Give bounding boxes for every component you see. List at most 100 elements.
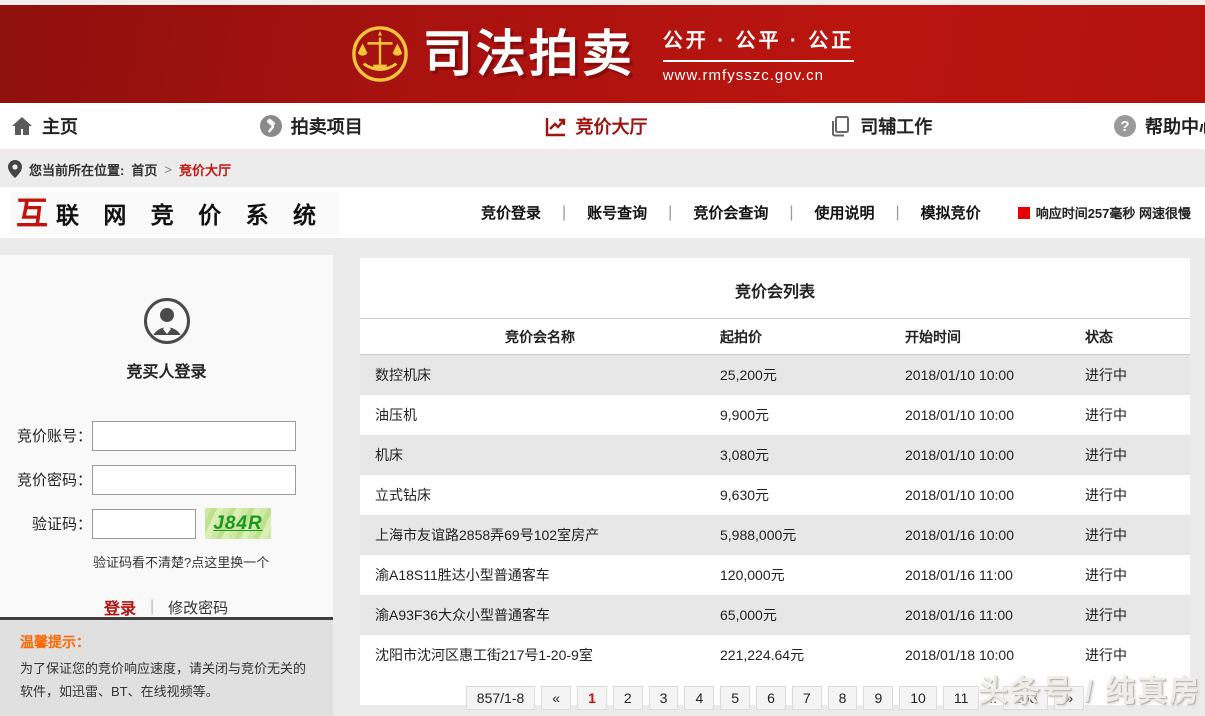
auction-name[interactable]: 沈阳市沈河区惠工街217号1-20-9室 [360,635,720,675]
network-status-text: 响应时间257毫秒 网速很慢 [1036,203,1191,222]
nav-item-home[interactable]: 主页 [10,113,78,139]
breadcrumb-current: 竞价大厅 [179,160,231,179]
svg-text:?: ? [1120,118,1129,135]
auction-list-panel: 竞价会列表 竞价会名称 起拍价 开始时间 状态 数控机床 25,200元 201… [360,258,1190,705]
password-input[interactable] [92,465,296,495]
nav-item-help-center[interactable]: ? 帮助中心 [1113,113,1205,139]
account-label: 竞价账号： [0,425,92,446]
auction-name[interactable]: 渝A93F36大众小型普通客车 [360,595,720,635]
breadcrumb-prefix: 您当前所在位置: [29,160,124,179]
auction-name[interactable]: 油压机 [360,395,720,435]
breadcrumb-home-link[interactable]: 首页 [131,160,157,179]
tip-title: 温馨提示： [20,632,315,652]
table-row[interactable]: 油压机 9,900元 2018/01/10 10:00 进行中 [360,395,1190,435]
auction-name[interactable]: 数控机床 [360,355,720,395]
login-form: 竞价账号： 竞价密码： 验证码： J84R 验证码看不清楚?点这里换一个 登录 … [0,420,333,619]
nav-item-bidding-hall[interactable]: 竞价大厅 [544,113,648,139]
column-header-name: 竞价会名称 [360,319,720,355]
user-avatar-icon [143,297,191,345]
pagination-ellipsis: ... [985,690,997,706]
table-row[interactable]: 数控机床 25,200元 2018/01/10 10:00 进行中 [360,355,1190,395]
auction-table: 竞价会名称 起拍价 开始时间 状态 数控机床 25,200元 2018/01/1… [360,318,1190,675]
system-logo-text: 联 网 竞 价 系 统 [56,196,325,230]
column-header-time: 开始时间 [905,319,1085,355]
auction-status: 进行中 [1085,635,1190,675]
auction-status: 进行中 [1085,475,1190,515]
page-number[interactable]: 6 [756,686,786,710]
network-status: 响应时间257毫秒 网速很慢 [1018,203,1191,222]
auction-price: 3,080元 [720,435,905,475]
pagination: 857/1-8 « 1 2 3 4 5 6 7 8 9 10 11 ... 10… [360,686,1190,710]
auction-price: 120,000元 [720,555,905,595]
page-number[interactable]: 7 [792,686,822,710]
auction-status: 进行中 [1085,555,1190,595]
table-row[interactable]: 渝A18S11胜达小型普通客车 120,000元 2018/01/16 11:0… [360,555,1190,595]
auction-status: 进行中 [1085,515,1190,555]
auction-price: 9,900元 [720,395,905,435]
link-account-query[interactable]: 账号查询 [566,202,668,223]
auction-list-title: 竞价会列表 [360,258,1190,318]
page-number[interactable]: 4 [684,686,714,710]
login-button[interactable]: 登录 [104,595,136,619]
auction-price: 221,224.64元 [720,635,905,675]
captcha-label: 验证码： [0,513,92,534]
auction-time: 2018/01/10 10:00 [905,435,1085,475]
column-header-status: 状态 [1085,319,1190,355]
tip-box: 温馨提示： 为了保证您的竞价响应速度，请关闭与竞价无关的软件，如迅雷、BT、在线… [0,617,333,716]
auction-name[interactable]: 上海市友谊路2858弄69号102室房产 [360,515,720,555]
table-row[interactable]: 沈阳市沈河区惠工街217号1-20-9室 221,224.64元 2018/01… [360,635,1190,675]
system-subheader: 互 联 网 竞 价 系 统 竞价登录 | 账号查询 | 竞价会查询 | 使用说明… [0,187,1205,238]
auction-name[interactable]: 渝A18S11胜达小型普通客车 [360,555,720,595]
system-logo: 互 联 网 竞 价 系 统 [10,192,339,234]
system-logo-accent: 互 [16,197,48,229]
main-nav: 主页 拍卖项目 竞价大厅 [0,103,1205,151]
table-row[interactable]: 渝A93F36大众小型普通客车 65,000元 2018/01/16 11:00… [360,595,1190,635]
page-summary: 857/1-8 [466,686,535,710]
auction-status: 进行中 [1085,395,1190,435]
page-number[interactable]: 3 [649,686,679,710]
column-header-price: 起拍价 [720,319,905,355]
page-number[interactable]: 11 [943,686,980,710]
page-number-last[interactable]: 108 [1003,686,1048,710]
status-square-icon [1018,207,1030,219]
page: 司法拍卖 公开 · 公平 · 公正 www.rmfysszc.gov.cn 主页 [0,0,1205,716]
nav-item-auction-projects[interactable]: 拍卖项目 [259,113,363,139]
account-input[interactable] [92,421,296,451]
auction-price: 65,000元 [720,595,905,635]
auction-name[interactable]: 机床 [360,435,720,475]
documents-icon [828,114,852,138]
nav-item-label: 拍卖项目 [291,113,363,139]
table-row[interactable]: 机床 3,080元 2018/01/10 10:00 进行中 [360,435,1190,475]
captcha-image[interactable]: J84R [205,508,271,539]
table-row[interactable]: 立式钻床 9,630元 2018/01/10 10:00 进行中 [360,475,1190,515]
page-number[interactable]: 9 [863,686,893,710]
tip-text: 为了保证您的竞价响应速度，请关闭与竞价无关的软件，如迅雷、BT、在线视频等。 [20,658,315,704]
auction-name[interactable]: 立式钻床 [360,475,720,515]
trend-chart-icon [544,114,568,138]
prev-page-button[interactable]: « [541,686,571,710]
location-pin-icon [8,160,22,178]
change-password-button[interactable]: 修改密码 [168,597,228,618]
link-mock-bidding[interactable]: 模拟竞价 [900,202,1002,223]
page-number[interactable]: 2 [613,686,643,710]
breadcrumb-separator: > [164,162,172,177]
gavel-icon [259,114,283,138]
login-sidebar: 竞买人登录 竞价账号： 竞价密码： 验证码： J84R 验证码看不清楚?点这里换… [0,255,333,716]
page-number[interactable]: 5 [720,686,750,710]
nav-item-judicial-support[interactable]: 司辅工作 [828,113,932,139]
auction-time: 2018/01/10 10:00 [905,355,1085,395]
table-row[interactable]: 上海市友谊路2858弄69号102室房产 5,988,000元 2018/01/… [360,515,1190,555]
auction-status: 进行中 [1085,435,1190,475]
auction-status: 进行中 [1085,355,1190,395]
page-number[interactable]: 8 [828,686,858,710]
link-auction-query[interactable]: 竞价会查询 [672,202,789,223]
next-page-button[interactable]: » [1054,686,1084,710]
page-number[interactable]: 10 [899,686,937,710]
auction-time: 2018/01/16 10:00 [905,515,1085,555]
page-number-current[interactable]: 1 [577,686,607,710]
captcha-refresh-link[interactable]: 验证码看不清楚?点这里换一个 [93,552,333,571]
link-instructions[interactable]: 使用说明 [794,202,896,223]
link-bid-login[interactable]: 竞价登录 [460,202,562,223]
captcha-input[interactable] [92,509,196,539]
site-title: 司法拍卖 [423,29,635,79]
